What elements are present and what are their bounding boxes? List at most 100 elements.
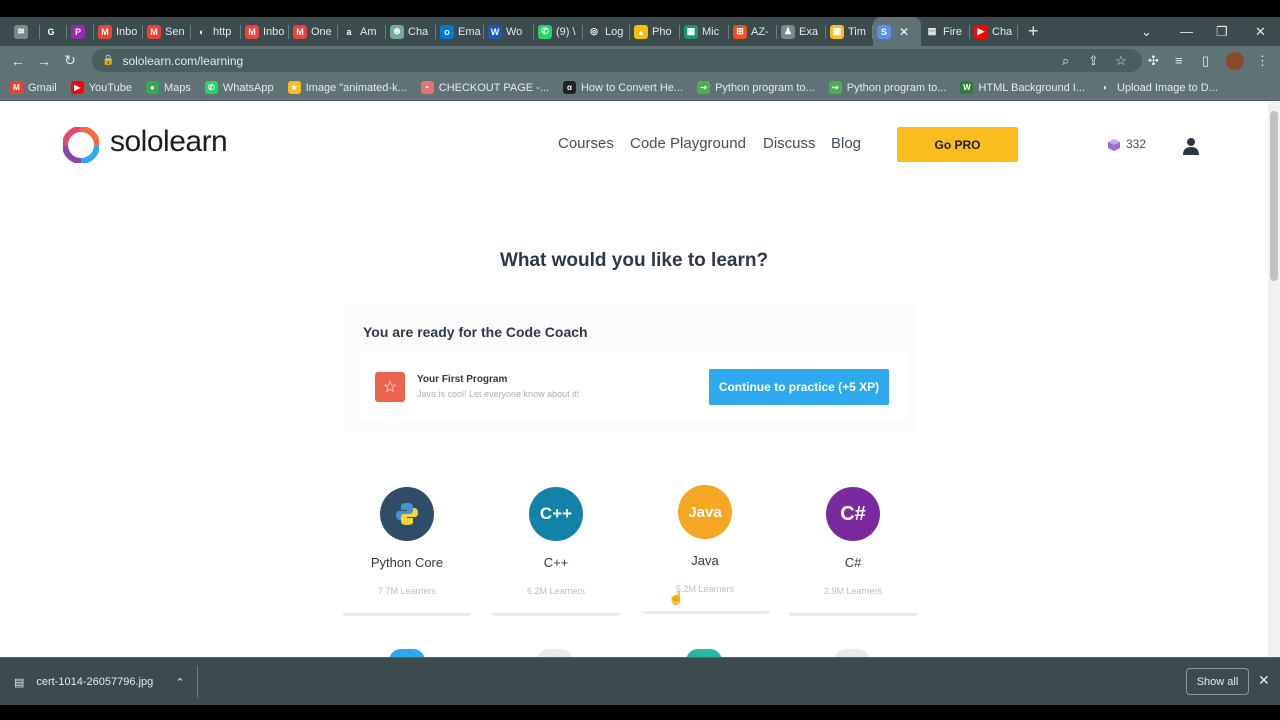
- bookmarks-bar: M Gmail ▶ YouTube ● Maps ✆ WhatsApp ★ Image "anim…: [0, 75, 1280, 101]
- python-icon: [380, 487, 434, 541]
- bookmark-label: Maps: [163, 81, 191, 94]
- browser-tab[interactable]: S ✕: [873, 17, 921, 46]
- tab-label: Inbo: [263, 25, 285, 38]
- side-panel-icon[interactable]: ▯: [1202, 46, 1209, 75]
- course-card-cpp[interactable]: C++ C++ 6.2M Learners: [491, 479, 621, 616]
- bookmark-star-icon[interactable]: ☆: [1115, 46, 1127, 75]
- scrollbar-thumb[interactable]: [1270, 111, 1278, 281]
- download-bar: ▤ cert-1014-26057796.jpg ⌃ Show all ✕: [0, 657, 1280, 705]
- next-row-course-icon[interactable]: [537, 649, 573, 657]
- bookmark-item[interactable]: α How to Convert He...: [562, 81, 684, 94]
- browser-tab[interactable]: ◐ http: [191, 17, 241, 46]
- course-learners: 2.9M Learners: [823, 586, 883, 596]
- bookmark-favicon-icon: ◐: [1103, 83, 1108, 92]
- bookmark-item[interactable]: ◐ Upload Image to D...: [1099, 81, 1218, 94]
- tab-label: Log: [605, 25, 624, 38]
- bookmark-item[interactable]: ▶ YouTube: [70, 81, 132, 94]
- user-profile-icon[interactable]: [1182, 137, 1200, 155]
- browser-tab[interactable]: ▦ Mic: [680, 17, 729, 46]
- bookmark-favicon-icon: ★: [287, 81, 301, 94]
- download-item[interactable]: ▤ cert-1014-26057796.jpg ⌃: [14, 658, 184, 706]
- tab-favicon-icon: G: [47, 26, 55, 37]
- tab-search-icon[interactable]: ⌄: [1141, 17, 1152, 46]
- bookmark-item[interactable]: ◓ CHECKOUT PAGE -...: [420, 81, 549, 94]
- close-download-bar-icon[interactable]: ✕: [1258, 672, 1270, 689]
- tab-favicon-icon: M: [293, 24, 307, 39]
- menu-icon[interactable]: ⋮: [1256, 46, 1269, 75]
- browser-tab[interactable]: ▣ Tim: [826, 17, 873, 46]
- address-bar[interactable]: 🔒 sololearn.com/learning: [92, 49, 1142, 72]
- nav-blog[interactable]: Blog: [831, 135, 861, 152]
- course-card-python[interactable]: Python Core 7.7M Learners: [342, 479, 472, 616]
- bookmark-item[interactable]: ⇝ Python program to...: [828, 81, 946, 94]
- browser-tab[interactable]: G: [40, 17, 67, 46]
- bookmark-item[interactable]: M Gmail: [10, 81, 57, 94]
- new-tab-icon[interactable]: +: [1028, 21, 1039, 42]
- extensions-icon[interactable]: ✣: [1148, 46, 1159, 75]
- restore-button[interactable]: ❐: [1216, 17, 1228, 46]
- screen-bottom-border: [0, 705, 1280, 720]
- browser-tab[interactable]: a Am: [338, 17, 386, 46]
- browser-tab[interactable]: P: [67, 17, 94, 46]
- vertical-scrollbar[interactable]: [1268, 101, 1280, 657]
- chevron-up-icon[interactable]: ⌃: [175, 676, 184, 689]
- zoom-icon[interactable]: ⌕: [1062, 46, 1069, 75]
- close-window-button[interactable]: ✕: [1255, 17, 1266, 46]
- browser-tab[interactable]: M Inbo: [94, 17, 143, 46]
- browser-tab[interactable]: M Sen: [143, 17, 191, 46]
- site-logo-text[interactable]: sololearn: [110, 125, 228, 159]
- nav-code-playground[interactable]: Code Playground: [630, 135, 746, 152]
- course-card-java[interactable]: Java Java 5.2M Learners: [640, 477, 770, 614]
- tab-label: Exa: [799, 25, 818, 38]
- tab-favicon-icon: M: [147, 24, 161, 39]
- program-title: Your First Program: [417, 374, 508, 385]
- bookmark-label: How to Convert He...: [580, 81, 684, 94]
- sololearn-logo-icon[interactable]: [63, 127, 99, 163]
- browser-tab[interactable]: ♟ Exa: [777, 17, 826, 46]
- next-row-course-icon[interactable]: [686, 649, 722, 657]
- tab-label: Pho: [652, 25, 672, 38]
- browser-tab[interactable]: M One: [289, 17, 338, 46]
- nav-discuss[interactable]: Discuss: [763, 135, 816, 152]
- bookmark-item[interactable]: ★ Image "animated-k...: [287, 81, 407, 94]
- course-card-csharp[interactable]: C# C# 2.9M Learners: [788, 479, 918, 616]
- browser-tab[interactable]: ▶ Cha: [970, 17, 1018, 46]
- cpp-icon: C++: [529, 487, 583, 541]
- bookmark-item[interactable]: W HTML Background I...: [960, 81, 1085, 94]
- go-pro-button[interactable]: Go PRO: [897, 127, 1018, 162]
- minimize-button[interactable]: —: [1180, 17, 1193, 46]
- reload-icon[interactable]: ↻: [57, 52, 83, 69]
- browser-tab[interactable]: ⊛ Cha: [386, 17, 436, 46]
- browser-tab[interactable]: ✆ (9) \: [534, 17, 583, 46]
- forward-icon[interactable]: →: [31, 53, 57, 69]
- bookmark-favicon-icon: ●: [145, 81, 159, 94]
- browser-toolbar: ← → ↻ 🔒 sololearn.com/learning ⌕ ⇪ ☆ ✣ ≡…: [0, 46, 1280, 75]
- xp-count[interactable]: 332: [1126, 137, 1146, 151]
- bookmark-label: HTML Background I...: [978, 81, 1086, 94]
- browser-tab[interactable]: ▲ Pho: [630, 17, 680, 46]
- back-icon[interactable]: ←: [5, 53, 31, 69]
- bookmark-item[interactable]: ⇝ Python program to...: [697, 81, 815, 94]
- media-icon[interactable]: ≡: [1175, 46, 1183, 75]
- next-row-course-icon[interactable]: [389, 649, 425, 657]
- continue-practice-button[interactable]: Continue to practice (+5 XP): [709, 369, 889, 405]
- share-icon[interactable]: ⇪: [1088, 46, 1099, 75]
- next-row-course-icon[interactable]: [834, 649, 870, 657]
- browser-tab[interactable]: ◎ Log: [583, 17, 630, 46]
- course-learners: 7.7M Learners: [377, 586, 437, 596]
- bookmark-item[interactable]: ● Maps: [145, 81, 191, 94]
- tab-favicon-icon: ▤: [927, 26, 937, 36]
- browser-tab[interactable]: W Wo: [484, 17, 534, 46]
- tab-favicon-icon: M: [98, 24, 112, 39]
- browser-tab[interactable]: o Ema: [436, 17, 484, 46]
- browser-tab[interactable]: ⊞ AZ-: [729, 17, 777, 46]
- bookmark-item[interactable]: ✆ WhatsApp: [204, 81, 274, 94]
- close-tab-icon[interactable]: ✕: [899, 25, 909, 39]
- browser-tab[interactable]: ≋: [10, 17, 40, 46]
- browser-tab[interactable]: ▤ Fire: [921, 17, 970, 46]
- show-all-button[interactable]: Show all: [1186, 668, 1249, 695]
- code-coach-item[interactable]: ☆ Your First Program Java is cool! Let e…: [359, 352, 907, 420]
- profile-avatar[interactable]: [1226, 46, 1244, 75]
- browser-tab[interactable]: M Inbo: [241, 17, 289, 46]
- nav-courses[interactable]: Courses: [558, 135, 614, 152]
